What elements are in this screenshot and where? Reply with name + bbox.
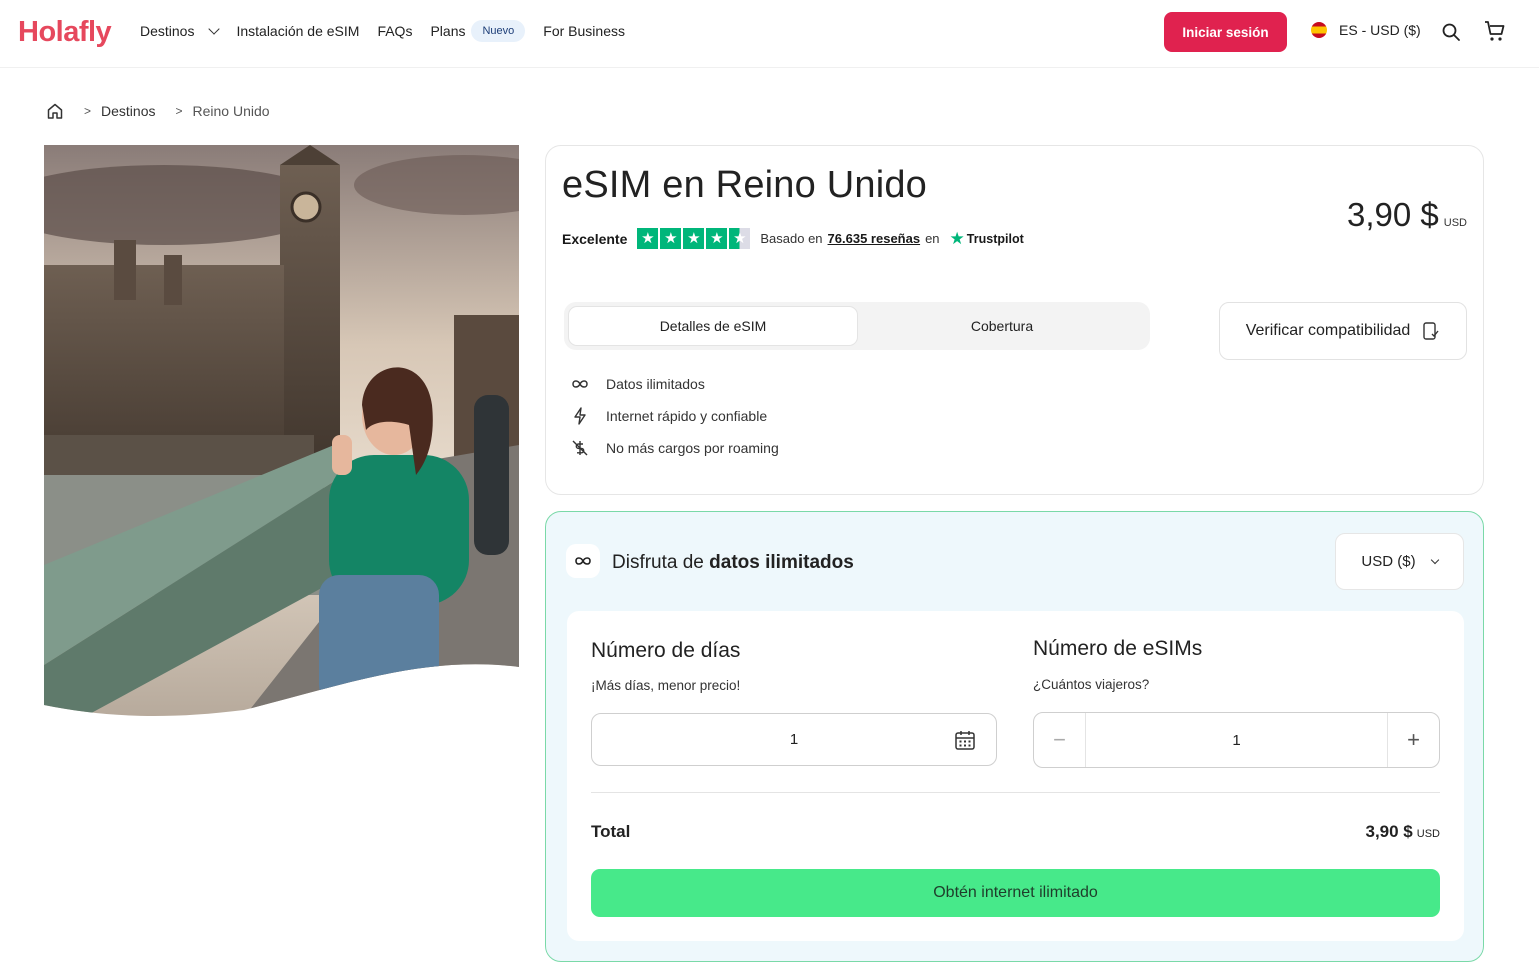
nav-business-label: For Business xyxy=(543,23,625,39)
nav-plans[interactable]: Plans Nuevo xyxy=(430,20,526,42)
price-unit: USD xyxy=(1443,217,1467,229)
trustpilot-label: Trustpilot xyxy=(966,231,1024,246)
feature-label: Internet rápido y confiable xyxy=(606,408,768,424)
holafly-logo[interactable]: Holafly xyxy=(18,16,112,49)
lightning-icon xyxy=(570,406,590,426)
trustpilot-rating: Excelente ★ ★ ★ ★ ★ Basado en 76.635 res… xyxy=(562,228,1024,249)
nav-destinos[interactable]: Destinos xyxy=(140,23,221,39)
page-title: eSIM en Reino Unido xyxy=(562,164,928,206)
main-nav: Destinos Instalación de eSIM FAQs Plans … xyxy=(140,0,643,62)
infinity-icon xyxy=(566,544,600,578)
total-price: 3,90 $ USD xyxy=(1366,822,1441,842)
phone-check-icon xyxy=(1423,322,1439,340)
star-icon: ★ xyxy=(683,228,705,249)
breadcrumb-current: Reino Unido xyxy=(192,103,270,119)
breadcrumb-separator: > xyxy=(175,104,183,118)
cart-icon[interactable] xyxy=(1483,19,1507,43)
login-button[interactable]: Iniciar sesión xyxy=(1164,12,1287,52)
breadcrumb: > Destinos > Reino Unido xyxy=(46,102,270,120)
breadcrumb-destinos[interactable]: Destinos xyxy=(101,103,155,119)
spain-flag-icon xyxy=(1311,22,1327,38)
nav-faqs-label: FAQs xyxy=(377,23,413,39)
rating-stars: ★ ★ ★ ★ ★ xyxy=(637,228,751,249)
nav-instalacion-label: Instalación de eSIM xyxy=(236,23,360,39)
total-price-value: 3,90 $ xyxy=(1365,822,1413,841)
feature-label: Datos ilimitados xyxy=(606,376,705,392)
plan-title: Disfruta de datos ilimitados xyxy=(612,552,854,574)
nav-faqs[interactable]: FAQs xyxy=(377,23,412,39)
breadcrumb-separator: > xyxy=(84,104,92,118)
plan-options: Número de días ¡Más días, menor precio! … xyxy=(567,611,1464,941)
days-input[interactable]: 1 xyxy=(591,713,997,766)
feature-item: No más cargos por roaming xyxy=(570,432,779,464)
feature-item: Internet rápido y confiable xyxy=(570,400,779,432)
new-badge: Nuevo xyxy=(471,20,526,42)
esims-stepper: − 1 + xyxy=(1033,712,1440,768)
locale-label: ES - USD ($) xyxy=(1339,22,1421,38)
no-roaming-icon xyxy=(570,438,590,458)
chevron-down-icon xyxy=(1430,555,1439,564)
infinity-icon xyxy=(570,374,590,394)
nav-instalacion[interactable]: Instalación de eSIM xyxy=(236,23,359,39)
trustpilot-star-icon: ★ xyxy=(949,228,965,248)
divider xyxy=(591,792,1440,793)
total-label: Total xyxy=(591,822,631,841)
days-subtitle: ¡Más días, menor precio! xyxy=(591,678,741,693)
verify-compatibility-button[interactable]: Verificar compatibilidad xyxy=(1219,302,1467,360)
feature-item: Datos ilimitados xyxy=(570,368,779,400)
locale-selector[interactable]: ES - USD ($) xyxy=(1311,22,1421,38)
hero-image xyxy=(44,145,519,717)
rating-on: en xyxy=(925,231,940,246)
reviews-link[interactable]: 76.635 reseñas xyxy=(828,231,921,246)
nav-destinos-label: Destinos xyxy=(140,23,195,39)
verify-label: Verificar compatibilidad xyxy=(1245,322,1411,339)
nav-plans-label: Plans xyxy=(430,23,466,39)
feature-label: No más cargos por roaming xyxy=(606,440,779,456)
days-title: Número de días xyxy=(591,639,741,662)
product-price: 3,90 $ USD xyxy=(1347,196,1467,234)
nav-business[interactable]: For Business xyxy=(543,23,625,39)
tab-cobertura[interactable]: Cobertura xyxy=(858,306,1146,346)
product-card: eSIM en Reino Unido Excelente ★ ★ ★ ★ ★ … xyxy=(545,145,1484,495)
rating-word: Excelente xyxy=(562,230,628,247)
esims-value[interactable]: 1 xyxy=(1086,732,1387,749)
calendar-icon[interactable] xyxy=(954,729,976,751)
feature-list: Datos ilimitados Internet rápido y confi… xyxy=(570,368,779,464)
price-value: 3,90 $ xyxy=(1347,196,1439,233)
star-half-icon: ★ xyxy=(729,228,751,249)
buy-button[interactable]: Obtén internet ilimitado xyxy=(591,869,1440,917)
days-value: 1 xyxy=(789,731,799,748)
increment-button[interactable]: + xyxy=(1387,713,1439,767)
plan-title-bold: datos ilimitados xyxy=(709,552,854,573)
currency-select[interactable]: USD ($) xyxy=(1335,533,1464,590)
star-icon: ★ xyxy=(706,228,728,249)
star-icon: ★ xyxy=(637,228,659,249)
chevron-down-icon xyxy=(208,23,221,35)
tab-detalles[interactable]: Detalles de eSIM xyxy=(568,306,858,346)
esims-title: Número de eSIMs xyxy=(1033,637,1203,660)
star-icon: ★ xyxy=(660,228,682,249)
plan-card: Disfruta de datos ilimitados USD ($) Núm… xyxy=(545,511,1484,962)
site-header: Holafly Destinos Instalación de eSIM FAQ… xyxy=(0,0,1539,68)
trustpilot-logo[interactable]: ★ Trustpilot xyxy=(950,229,1024,249)
decrement-button[interactable]: − xyxy=(1034,713,1086,767)
home-icon[interactable] xyxy=(46,102,64,120)
product-tabs: Detalles de eSIM Cobertura xyxy=(564,302,1150,350)
rating-based-on: Basado en xyxy=(760,231,823,246)
esims-subtitle: ¿Cuántos viajeros? xyxy=(1033,677,1150,692)
search-icon[interactable] xyxy=(1441,22,1461,42)
currency-label: USD ($) xyxy=(1361,553,1416,570)
total-price-unit: USD xyxy=(1416,828,1440,840)
plan-title-prefix: Disfruta de xyxy=(612,552,704,573)
